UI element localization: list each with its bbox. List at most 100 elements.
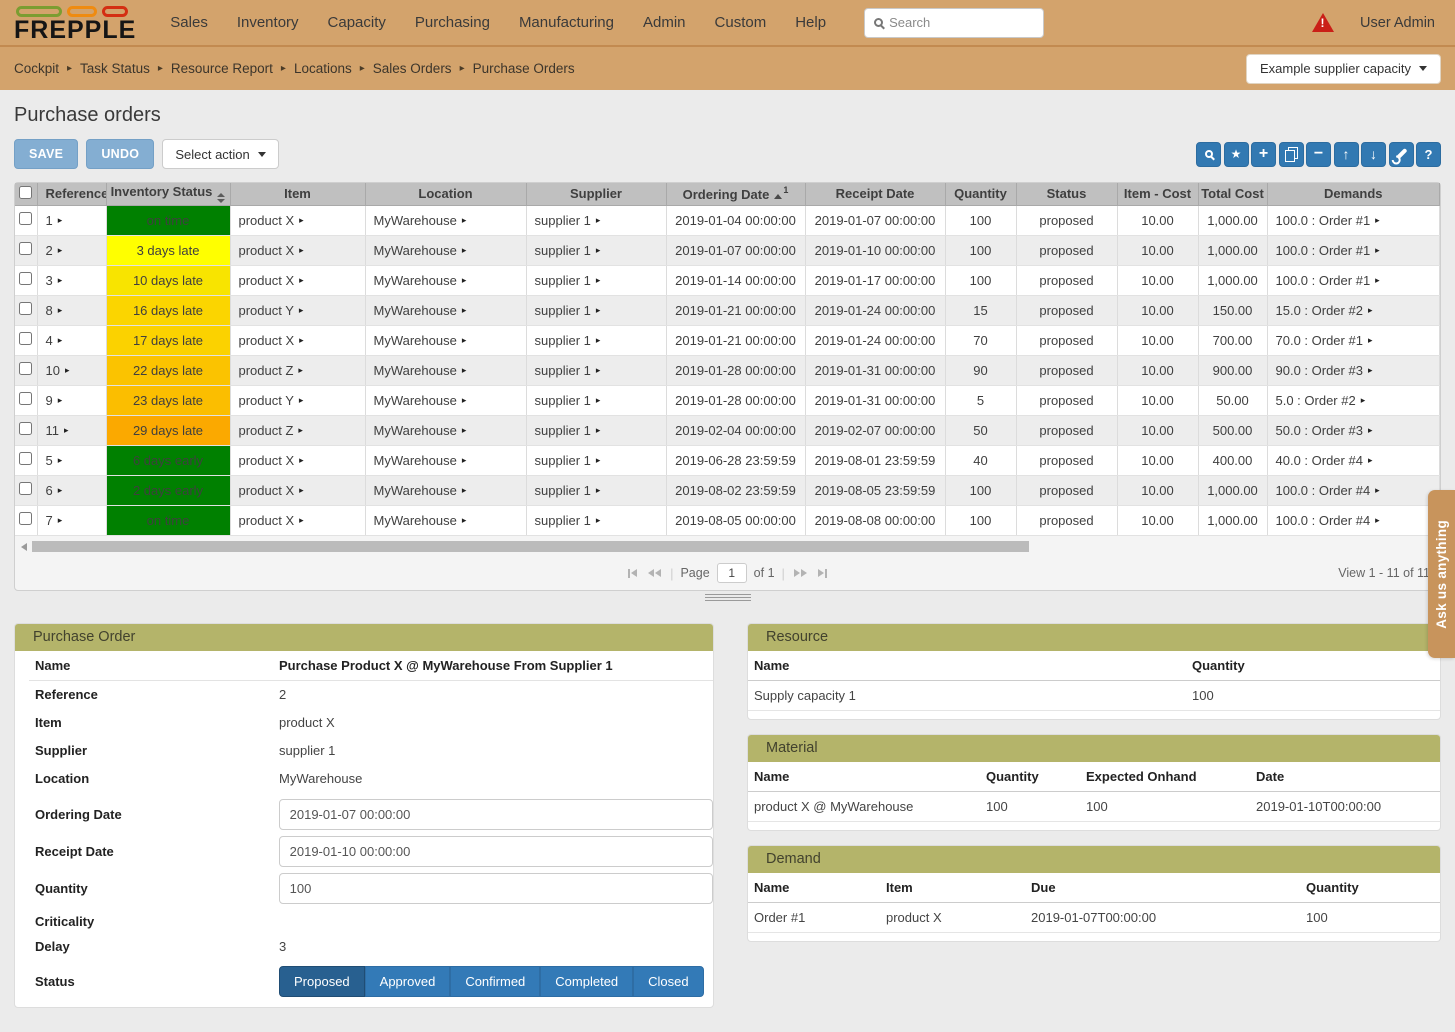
row-checkbox[interactable]	[19, 332, 32, 345]
status-completed-button[interactable]: Completed	[540, 966, 633, 997]
location-link[interactable]: MyWarehouse▸	[374, 393, 467, 408]
grid-resize-handle[interactable]	[705, 594, 751, 601]
item-link[interactable]: product Y▸	[239, 303, 304, 318]
status-approved-button[interactable]: Approved	[365, 966, 451, 997]
breadcrumb-locations[interactable]: Locations	[294, 61, 352, 76]
col-header-demands[interactable]: Demands	[1267, 183, 1440, 205]
ask-us-anything-tab[interactable]: Ask us anything	[1428, 490, 1455, 658]
col-header-item-cost[interactable]: Item - Cost	[1117, 183, 1198, 205]
search-input[interactable]	[889, 15, 1034, 30]
demand-link[interactable]: 100.0 : Order #4▸	[1276, 513, 1380, 528]
search-filter-button[interactable]	[1196, 142, 1221, 167]
nav-item-admin[interactable]: Admin	[643, 14, 686, 31]
nav-item-sales[interactable]: Sales	[170, 14, 208, 31]
reference-link[interactable]: 1▸	[46, 213, 63, 228]
demand-link[interactable]: 100.0 : Order #1▸	[1276, 243, 1380, 258]
row-checkbox[interactable]	[19, 362, 32, 375]
nav-item-manufacturing[interactable]: Manufacturing	[519, 14, 614, 31]
breadcrumb-task-status[interactable]: Task Status	[80, 61, 150, 76]
breadcrumb-resource-report[interactable]: Resource Report	[171, 61, 273, 76]
demand-link[interactable]: 15.0 : Order #2▸	[1276, 303, 1373, 318]
col-header-total-cost[interactable]: Total Cost	[1198, 183, 1267, 205]
item-link[interactable]: product Z▸	[239, 423, 303, 438]
row-checkbox[interactable]	[19, 212, 32, 225]
item-link[interactable]: product X▸	[239, 213, 304, 228]
row-checkbox[interactable]	[19, 452, 32, 465]
scrollbar-thumb[interactable]	[32, 541, 1029, 552]
nav-item-capacity[interactable]: Capacity	[328, 14, 386, 31]
supplier-link[interactable]: supplier 1▸	[535, 423, 601, 438]
item-link[interactable]: product Y▸	[239, 393, 304, 408]
col-header-inventory-status[interactable]: Inventory Status	[106, 183, 230, 205]
location-link[interactable]: MyWarehouse▸	[374, 303, 467, 318]
demand-link[interactable]: 100.0 : Order #1▸	[1276, 273, 1380, 288]
item-link[interactable]: product X▸	[239, 483, 304, 498]
demand-link[interactable]: 100.0 : Order #4▸	[1276, 483, 1380, 498]
import-button[interactable]: ↑	[1334, 142, 1359, 167]
supplier-link[interactable]: supplier 1▸	[535, 303, 601, 318]
supplier-link[interactable]: supplier 1▸	[535, 273, 601, 288]
supplier-link[interactable]: supplier 1▸	[535, 363, 601, 378]
row-checkbox[interactable]	[19, 392, 32, 405]
supplier-link[interactable]: supplier 1▸	[535, 333, 601, 348]
page-number-input[interactable]	[717, 563, 747, 583]
item-link[interactable]: product X▸	[239, 513, 304, 528]
scrollbar-track[interactable]	[30, 541, 1434, 552]
col-header-ordering-date[interactable]: Ordering Date1	[666, 183, 805, 205]
row-checkbox[interactable]	[19, 242, 32, 255]
next-page-button[interactable]	[792, 567, 809, 579]
ordering-date-input[interactable]	[279, 799, 713, 830]
alert-triangle-icon[interactable]	[1312, 13, 1334, 32]
add-row-button[interactable]: +	[1251, 142, 1276, 167]
select-action-dropdown[interactable]: Select action	[162, 139, 278, 169]
previous-page-button[interactable]	[646, 567, 663, 579]
row-checkbox[interactable]	[19, 422, 32, 435]
export-button[interactable]: ↓	[1361, 142, 1386, 167]
help-button[interactable]: ?	[1416, 142, 1441, 167]
location-link[interactable]: MyWarehouse▸	[374, 273, 467, 288]
breadcrumb-cockpit[interactable]: Cockpit	[14, 61, 59, 76]
quantity-input[interactable]	[279, 873, 713, 904]
demand-link[interactable]: 90.0 : Order #3▸	[1276, 363, 1373, 378]
item-link[interactable]: product X▸	[239, 243, 304, 258]
status-proposed-button[interactable]: Proposed	[279, 966, 365, 997]
supplier-link[interactable]: supplier 1▸	[535, 243, 601, 258]
location-link[interactable]: MyWarehouse▸	[374, 213, 467, 228]
breadcrumb-sales-orders[interactable]: Sales Orders	[373, 61, 452, 76]
reference-link[interactable]: 4▸	[46, 333, 63, 348]
reference-link[interactable]: 6▸	[46, 483, 63, 498]
location-link[interactable]: MyWarehouse▸	[374, 243, 467, 258]
row-checkbox[interactable]	[19, 482, 32, 495]
demand-link[interactable]: 50.0 : Order #3▸	[1276, 423, 1373, 438]
frepple-logo[interactable]: FREPPLE	[14, 3, 136, 43]
status-confirmed-button[interactable]: Confirmed	[450, 966, 540, 997]
receipt-date-input[interactable]	[279, 836, 713, 867]
supplier-link[interactable]: supplier 1▸	[535, 483, 601, 498]
last-page-button[interactable]	[816, 567, 829, 580]
col-header-reference[interactable]: Reference	[37, 183, 106, 205]
item-link[interactable]: product X▸	[239, 273, 304, 288]
customize-button[interactable]	[1389, 142, 1414, 167]
item-link[interactable]: product X▸	[239, 453, 304, 468]
item-link[interactable]: product Z▸	[239, 363, 303, 378]
supplier-link[interactable]: supplier 1▸	[535, 513, 601, 528]
col-header-quantity[interactable]: Quantity	[945, 183, 1016, 205]
location-link[interactable]: MyWarehouse▸	[374, 333, 467, 348]
nav-item-purchasing[interactable]: Purchasing	[415, 14, 490, 31]
location-link[interactable]: MyWarehouse▸	[374, 483, 467, 498]
supplier-link[interactable]: supplier 1▸	[535, 213, 601, 228]
copy-rows-button[interactable]	[1279, 142, 1304, 167]
breadcrumb-purchase-orders[interactable]: Purchase Orders	[473, 61, 575, 76]
scroll-left-icon[interactable]	[21, 543, 27, 551]
favorites-button[interactable]: ★	[1224, 142, 1249, 167]
reference-link[interactable]: 8▸	[46, 303, 63, 318]
reference-link[interactable]: 5▸	[46, 453, 63, 468]
location-link[interactable]: MyWarehouse▸	[374, 423, 467, 438]
reference-link[interactable]: 7▸	[46, 513, 63, 528]
location-link[interactable]: MyWarehouse▸	[374, 453, 467, 468]
reference-link[interactable]: 2▸	[46, 243, 63, 258]
demand-link[interactable]: 5.0 : Order #2▸	[1276, 393, 1366, 408]
col-header-location[interactable]: Location	[365, 183, 526, 205]
demand-link[interactable]: 70.0 : Order #1▸	[1276, 333, 1373, 348]
user-menu[interactable]: User Admin	[1360, 15, 1435, 31]
